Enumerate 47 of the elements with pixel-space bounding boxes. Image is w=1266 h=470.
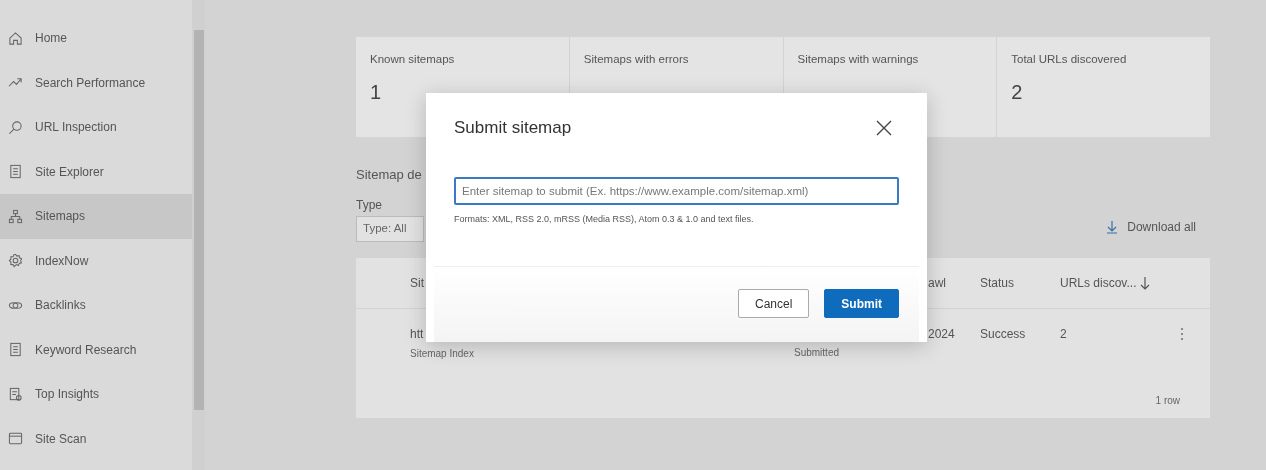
- download-all-button[interactable]: Download all: [1106, 220, 1210, 242]
- close-icon[interactable]: [876, 120, 892, 136]
- table-cell-text: Success: [980, 327, 1027, 341]
- row-count: 1 row: [1155, 395, 1180, 406]
- sidebar-item[interactable]: Site Scan: [0, 416, 192, 461]
- cancel-button[interactable]: Cancel: [737, 289, 810, 318]
- table-cell: Sitemap Index: [410, 348, 474, 359]
- column-header[interactable]: Status: [980, 276, 1060, 290]
- table-cell: htt: [410, 327, 424, 341]
- sidebar-item[interactable]: Search Performance: [0, 60, 192, 105]
- search-icon: [8, 119, 23, 135]
- document-icon: [8, 342, 23, 358]
- sitemap-icon: [8, 208, 23, 224]
- more-icon[interactable]: [1180, 327, 1184, 341]
- submit-button[interactable]: Submit: [824, 289, 899, 318]
- stat-label: Sitemaps with warnings: [797, 53, 920, 65]
- sidebar-item[interactable]: IndexNow: [0, 238, 192, 283]
- sidebar-item[interactable]: Site Explorer: [0, 149, 192, 194]
- table-cell: Submitted: [794, 347, 840, 358]
- table-cell-text: 2: [1060, 327, 1068, 341]
- section-title: Sitemap de: [356, 167, 423, 182]
- sitemap-input-field[interactable]: Enter sitemap to submit (Ex. https://www.example.com/sitemap.xml): [454, 177, 899, 205]
- dialog-title: Submit sitemap: [454, 118, 572, 138]
- stat-label: Known sitemaps: [370, 53, 456, 65]
- table-cell-text: 2024: [928, 327, 956, 341]
- sidebar-item[interactable]: Sitemaps: [0, 194, 192, 239]
- document-icon: [8, 164, 23, 180]
- download-icon: [1106, 220, 1119, 234]
- stat-label: Total URLs discovered: [1011, 53, 1128, 65]
- report-icon: [8, 386, 23, 402]
- sort-arrow-icon: [1140, 276, 1151, 290]
- home-icon: [8, 30, 23, 46]
- gear-icon: [8, 253, 23, 269]
- sidebar-item[interactable]: Top Insights: [0, 372, 192, 417]
- format-hint: Formats: XML, RSS 2.0, mRSS (Media RSS), Atom 0.3 & 1.0 and text files.: [454, 214, 755, 224]
- filter-label: Type: [356, 198, 383, 212]
- sidebar-item[interactable]: Backlinks: [0, 283, 192, 328]
- sidebar-item[interactable]: Keyword Research: [0, 327, 192, 372]
- type-dropdown[interactable]: Type: All: [356, 216, 424, 242]
- column-header[interactable]: URLs discov...: [1060, 276, 1170, 290]
- column-header[interactable]: awl: [928, 276, 980, 290]
- window-icon: [8, 431, 23, 447]
- stat-value: 2: [1011, 81, 1024, 104]
- sidebar-item[interactable]: Home: [0, 16, 192, 61]
- stat-label: Sitemaps with errors: [583, 53, 690, 65]
- sidebar-item[interactable]: URL Inspection: [0, 105, 192, 150]
- stat-value: 1: [370, 81, 383, 104]
